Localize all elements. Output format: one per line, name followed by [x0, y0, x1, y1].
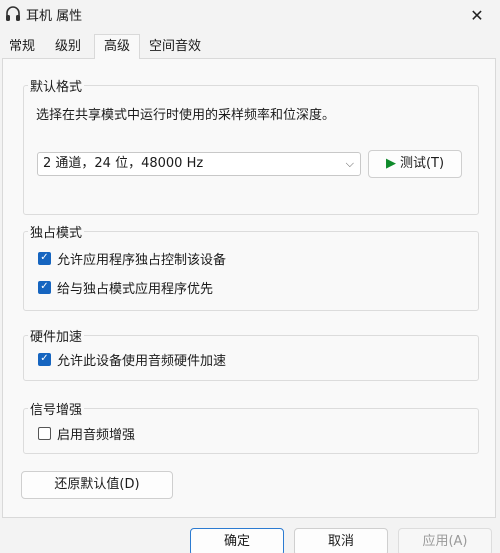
format-select-value: 2 通道，24 位，48000 Hz — [43, 156, 204, 171]
test-button-label: 测试(T) — [399, 156, 445, 171]
tab-panel: 默认格式 选择在共享模式中运行时使用的采样频率和位深度。 2 通道，24 位，4… — [2, 58, 496, 518]
audio-enhancement-checkbox-row[interactable]: 启用音频增强 — [38, 424, 136, 443]
audio-enhancement-checkbox[interactable] — [38, 426, 51, 440]
tab-bar: 常规 级别 高级 空间音效 — [0, 34, 500, 59]
title-bar: 耳机 属性 ✕ — [0, 0, 500, 30]
signal-enhancement-group: 信号增强 启用音频增强 — [23, 399, 479, 454]
chevron-down-icon: ⌵ — [345, 157, 354, 170]
hardware-acceleration-label: 硬件加速 — [28, 326, 85, 345]
exclusive-priority-checkbox-row[interactable]: ✓ 给与独占模式应用程序优先 — [38, 278, 214, 297]
exclusive-mode-group: 独占模式 ✓ 允许应用程序独占控制该设备 ✓ 给与独占模式应用程序优先 — [23, 222, 479, 311]
format-select[interactable]: 2 通道，24 位，48000 Hz ⌵ — [37, 152, 361, 176]
hardware-acceleration-checkbox[interactable]: ✓ — [38, 352, 51, 366]
close-button[interactable]: ✕ — [454, 0, 500, 30]
hardware-acceleration-group: 硬件加速 ✓ 允许此设备使用音频硬件加速 — [23, 326, 479, 381]
tab-levels[interactable]: 级别 — [48, 36, 88, 58]
ok-button[interactable]: 确定 — [190, 528, 284, 553]
play-icon: ▶ — [385, 156, 396, 171]
allow-exclusive-checkbox-row[interactable]: ✓ 允许应用程序独占控制该设备 — [38, 249, 227, 268]
tab-general[interactable]: 常规 — [2, 36, 42, 58]
restore-defaults-button[interactable]: 还原默认值(D) — [21, 471, 173, 499]
allow-exclusive-checkbox[interactable]: ✓ — [38, 251, 51, 265]
default-format-description: 选择在共享模式中运行时使用的采样频率和位深度。 — [36, 108, 336, 123]
tab-advanced[interactable]: 高级 — [94, 34, 140, 59]
exclusive-priority-label: 给与独占模式应用程序优先 — [57, 281, 214, 297]
test-button[interactable]: ▶ 测试(T) — [368, 150, 462, 178]
headphones-icon — [6, 6, 20, 21]
exclusive-priority-checkbox[interactable]: ✓ — [38, 280, 51, 294]
cancel-button[interactable]: 取消 — [294, 528, 388, 553]
close-icon: ✕ — [470, 5, 484, 25]
exclusive-mode-label: 独占模式 — [28, 222, 85, 241]
signal-enhancement-label: 信号增强 — [28, 399, 85, 418]
apply-button[interactable]: 应用(A) — [398, 528, 492, 553]
window-title: 耳机 属性 — [26, 9, 83, 24]
default-format-label: 默认格式 — [28, 76, 85, 95]
allow-exclusive-label: 允许应用程序独占控制该设备 — [57, 252, 227, 268]
hardware-acceleration-checkbox-row[interactable]: ✓ 允许此设备使用音频硬件加速 — [38, 350, 227, 369]
hardware-acceleration-option-label: 允许此设备使用音频硬件加速 — [57, 353, 227, 369]
audio-enhancement-label: 启用音频增强 — [57, 427, 136, 443]
tab-spatial-sound[interactable]: 空间音效 — [144, 36, 206, 58]
